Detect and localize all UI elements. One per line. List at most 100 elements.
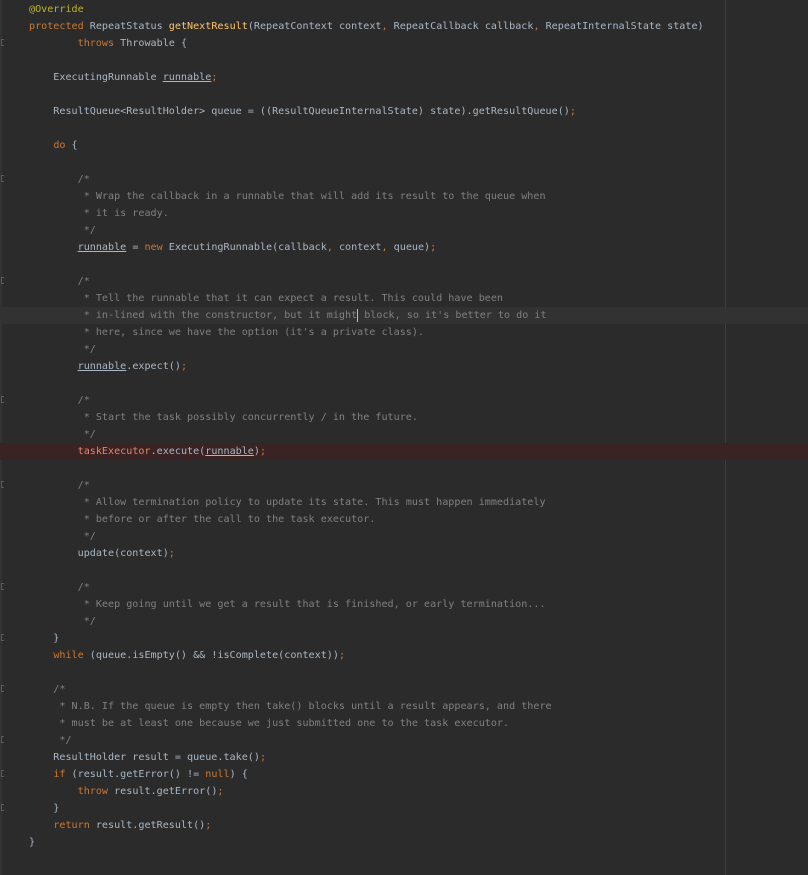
code-line[interactable]: return result.getResult(); — [0, 817, 808, 834]
code-token: /* — [29, 582, 90, 593]
code-line[interactable]: * N.B. If the queue is empty then take()… — [0, 698, 808, 715]
code-text: * here, since we have the option (it's a… — [29, 324, 424, 341]
code-line[interactable]: if (result.getError() != null) { — [0, 766, 808, 783]
code-line[interactable] — [0, 86, 808, 103]
code-line[interactable] — [0, 562, 808, 579]
code-token: getNextResult — [168, 21, 248, 32]
code-line[interactable]: taskExecutor.execute(runnable); — [0, 443, 808, 460]
code-token: * N.B. If the queue is empty then take()… — [29, 701, 552, 712]
code-token: ; — [569, 106, 576, 117]
code-text: ResultHolder result = queue.take(); — [29, 749, 266, 766]
code-line[interactable] — [0, 52, 808, 69]
code-line[interactable] — [0, 154, 808, 171]
code-line[interactable]: */ — [0, 528, 808, 545]
code-token: */ — [29, 225, 96, 236]
fold-marker-icon[interactable] — [1, 396, 4, 403]
code-token: */ — [29, 344, 96, 355]
code-line[interactable]: runnable = new ExecutingRunnable(callbac… — [0, 239, 808, 256]
code-token: } — [29, 837, 36, 848]
fold-marker-icon[interactable] — [1, 277, 4, 284]
code-line[interactable] — [0, 460, 808, 477]
code-token: , — [381, 242, 394, 253]
code-line[interactable]: while (queue.isEmpty() && !isComplete(co… — [0, 647, 808, 664]
code-token: * Start the task possibly concurrently /… — [29, 412, 418, 423]
fold-marker-icon[interactable] — [1, 634, 4, 641]
fold-marker-icon[interactable] — [1, 481, 4, 488]
code-line[interactable]: /* — [0, 171, 808, 188]
code-line[interactable]: * Tell the runnable that it can expect a… — [0, 290, 808, 307]
code-token: { — [71, 140, 78, 151]
code-line[interactable]: * Keep going until we get a result that … — [0, 596, 808, 613]
code-area[interactable]: @Override protected RepeatStatus getNextR… — [0, 0, 808, 868]
code-line[interactable]: /* — [0, 392, 808, 409]
code-token: RepeatInternalState state) — [545, 21, 704, 32]
code-text: protected RepeatStatus getNextResult(Rep… — [29, 18, 704, 35]
code-line[interactable]: * Allow termination policy to update its… — [0, 494, 808, 511]
code-line[interactable]: */ — [0, 222, 808, 239]
code-line[interactable]: * in-lined with the constructor, but it … — [0, 307, 808, 324]
code-line[interactable]: * it is ready. — [0, 205, 808, 222]
code-line[interactable] — [0, 664, 808, 681]
code-token: ; — [168, 548, 175, 559]
code-token: result.getError() — [114, 786, 218, 797]
code-text: runnable = new ExecutingRunnable(callbac… — [29, 239, 437, 256]
code-line[interactable]: do { — [0, 137, 808, 154]
code-text: taskExecutor.execute(runnable); — [29, 443, 266, 460]
code-line[interactable]: * Start the task possibly concurrently /… — [0, 409, 808, 426]
code-text: */ — [29, 426, 96, 443]
fold-marker-icon[interactable] — [1, 175, 4, 182]
code-line[interactable]: runnable.expect(); — [0, 358, 808, 375]
code-line[interactable]: * before or after the call to the task e… — [0, 511, 808, 528]
code-line[interactable]: * must be at least one because we just s… — [0, 715, 808, 732]
code-line[interactable]: throws Throwable { — [0, 35, 808, 52]
code-token: ) { — [229, 769, 248, 780]
fold-marker-icon[interactable] — [1, 770, 4, 777]
code-line[interactable]: } — [0, 800, 808, 817]
code-line[interactable]: */ — [0, 426, 808, 443]
code-line[interactable] — [0, 851, 808, 868]
fold-marker-icon[interactable] — [1, 583, 4, 590]
code-line[interactable]: * Wrap the callback in a runnable that w… — [0, 188, 808, 205]
code-line[interactable]: ResultHolder result = queue.take(); — [0, 749, 808, 766]
code-line[interactable]: throw result.getError(); — [0, 783, 808, 800]
code-line[interactable]: protected RepeatStatus getNextResult(Rep… — [0, 18, 808, 35]
code-line[interactable]: /* — [0, 273, 808, 290]
code-token: (RepeatContext context — [247, 21, 382, 32]
fold-marker-icon[interactable] — [1, 685, 4, 692]
code-token: /* — [29, 395, 90, 406]
code-line[interactable]: */ — [0, 613, 808, 630]
code-line[interactable]: */ — [0, 732, 808, 749]
code-line[interactable] — [0, 256, 808, 273]
code-line[interactable] — [0, 375, 808, 392]
code-line[interactable]: /* — [0, 477, 808, 494]
code-line[interactable]: update(context); — [0, 545, 808, 562]
code-token: , — [326, 242, 339, 253]
code-line[interactable]: */ — [0, 341, 808, 358]
code-text: /* — [29, 171, 90, 188]
code-editor[interactable]: @Override protected RepeatStatus getNextR… — [0, 0, 808, 875]
code-line[interactable]: * here, since we have the option (it's a… — [0, 324, 808, 341]
code-line[interactable]: /* — [0, 681, 808, 698]
code-token: @Override — [29, 4, 84, 15]
code-text: @Override — [29, 1, 84, 18]
code-token: .expect() — [126, 361, 181, 372]
fold-marker-icon[interactable] — [1, 39, 4, 46]
code-line[interactable]: } — [0, 834, 808, 851]
code-text: return result.getResult(); — [29, 817, 211, 834]
code-text: * in-lined with the constructor, but it … — [29, 307, 547, 324]
code-line[interactable] — [0, 120, 808, 137]
code-text: ExecutingRunnable runnable; — [29, 69, 217, 86]
code-line[interactable]: ExecutingRunnable runnable; — [0, 69, 808, 86]
code-line[interactable]: } — [0, 630, 808, 647]
code-text: * Keep going until we get a result that … — [29, 596, 546, 613]
fold-marker-icon[interactable] — [1, 804, 4, 811]
code-token: */ — [29, 531, 96, 542]
code-token: new — [144, 242, 169, 253]
code-line[interactable]: ResultQueue<ResultHolder> queue = ((Resu… — [0, 103, 808, 120]
fold-marker-icon[interactable] — [1, 736, 4, 743]
code-token: ExecutingRunnable(callback — [168, 242, 327, 253]
code-line[interactable]: @Override — [0, 1, 808, 18]
code-token: */ — [29, 735, 72, 746]
code-line[interactable]: /* — [0, 579, 808, 596]
